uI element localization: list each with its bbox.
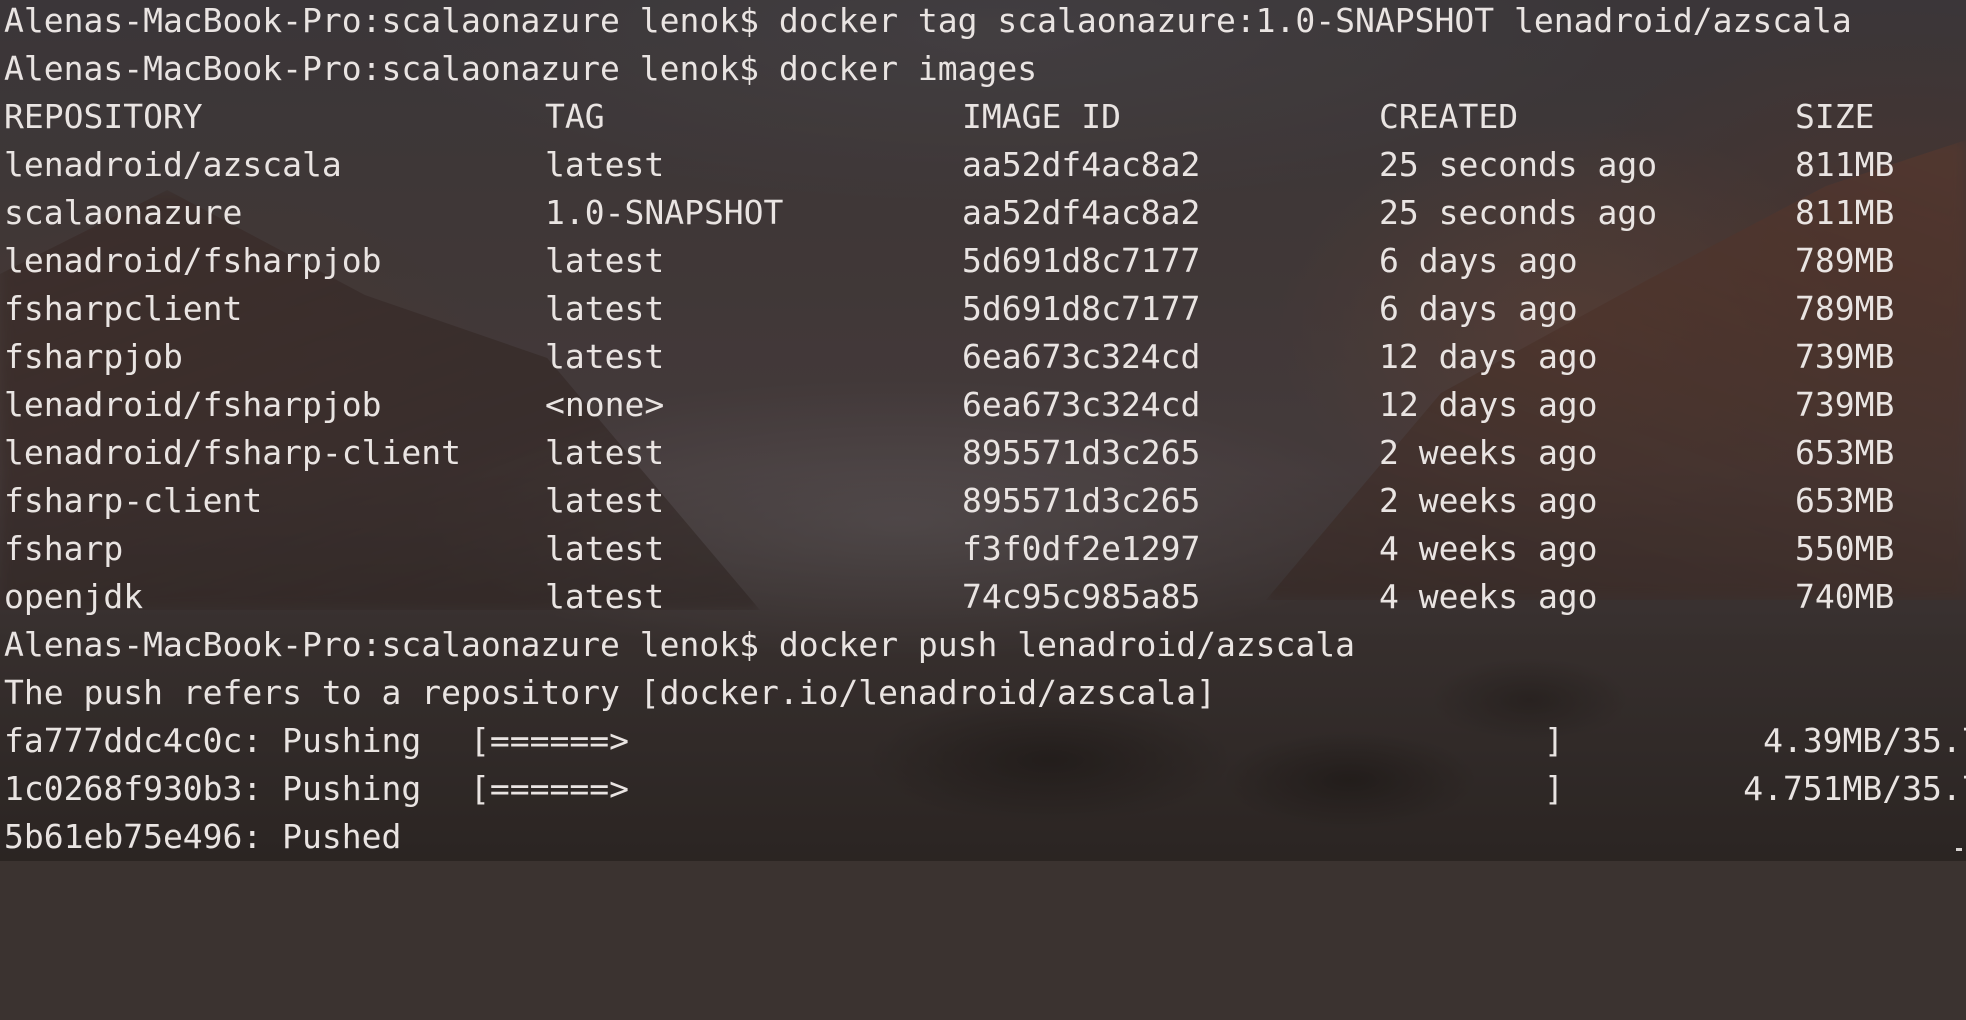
progress-bar-start: [======> xyxy=(470,721,629,760)
cell-image-id: 6ea673c324cd xyxy=(962,385,1201,424)
cell-created: 2 weeks ago xyxy=(1379,481,1598,520)
cell-size: 789MB xyxy=(1795,241,1895,280)
progress-bar-start: [======> xyxy=(470,769,629,808)
table-row: fsharp latest f3f0df2e1297 4 weeks ago 5… xyxy=(4,528,1894,576)
cell-image-id: 895571d3c265 xyxy=(962,481,1201,520)
header-tag: TAG xyxy=(545,97,605,136)
cell-size: 811MB xyxy=(1795,145,1895,184)
cell-repository: lenadroid/fsharpjob xyxy=(4,385,382,424)
cell-created: 2 weeks ago xyxy=(1379,433,1598,472)
cell-created: 25 seconds ago xyxy=(1379,193,1658,232)
cell-size: 653MB xyxy=(1795,481,1895,520)
push-refers-text: The push refers to a repository [docker.… xyxy=(4,673,1216,712)
cell-repository: lenadroid/fsharpjob xyxy=(4,241,382,280)
cell-repository: fsharpjob xyxy=(4,337,183,376)
command-text: docker images xyxy=(778,49,1038,88)
cell-repository: scalaonazure xyxy=(4,193,243,232)
push-layer-line: 1c0268f930b3: Pushing [======> ] 4.751MB… xyxy=(4,768,1966,816)
cell-created: 6 days ago xyxy=(1379,241,1578,280)
images-table-header: REPOSITORY TAG IMAGE ID CREATED SIZE xyxy=(4,96,1874,144)
cell-repository: fsharpclient xyxy=(4,289,243,328)
shell-prompt: Alenas-MacBook-Pro:scalaonazure lenok$ xyxy=(4,625,759,664)
cell-tag: latest xyxy=(545,577,665,616)
table-row: fsharpclient latest 5d691d8c7177 6 days … xyxy=(4,288,1894,336)
push-layer-line: 5b61eb75e496: Pushed xyxy=(4,817,402,856)
cell-tag: latest xyxy=(545,337,665,376)
cell-created: 6 days ago xyxy=(1379,289,1578,328)
push-info-line: The push refers to a repository [docker.… xyxy=(4,672,1216,720)
cell-size: 811MB xyxy=(1795,193,1895,232)
cell-image-id: 895571d3c265 xyxy=(962,433,1201,472)
cell-tag: latest xyxy=(545,289,665,328)
cell-image-id: 74c95c985a85 xyxy=(962,577,1201,616)
cell-tag: <none> xyxy=(545,385,665,424)
command-line: Alenas-MacBook-Pro:scalaonazure lenok$ d… xyxy=(4,48,1037,96)
progress-bar-end: ] xyxy=(1544,769,1564,808)
cell-repository: lenadroid/azscala xyxy=(4,145,342,184)
layer-progress: 4.39MB/35.71MB xyxy=(1763,721,1966,760)
cell-tag: latest xyxy=(545,145,665,184)
cell-tag: latest xyxy=(545,481,665,520)
push-layer-line: fa777ddc4c0c: Pushing [======> ] 4.39MB/… xyxy=(4,720,1966,768)
table-row: fsharpjob latest 6ea673c324cd 12 days ag… xyxy=(4,336,1894,384)
layer-status: Pushed xyxy=(282,817,402,856)
resize-corner-mark xyxy=(1956,848,1962,851)
header-repository: REPOSITORY xyxy=(4,97,203,136)
cell-created: 12 days ago xyxy=(1379,385,1598,424)
command-text: docker tag scalaonazure:1.0-SNAPSHOT len… xyxy=(778,1,1852,40)
table-row: lenadroid/fsharpjob latest 5d691d8c7177 … xyxy=(4,240,1894,288)
cell-repository: lenadroid/fsharp-client xyxy=(4,433,461,472)
layer-id: 5b61eb75e496 xyxy=(4,817,243,856)
header-created: CREATED xyxy=(1379,97,1519,136)
cell-repository: openjdk xyxy=(4,577,144,616)
header-image-id: IMAGE ID xyxy=(962,97,1121,136)
terminal-window[interactable]: Alenas-MacBook-Pro:scalaonazure lenok$ d… xyxy=(0,0,1966,861)
cell-created: 4 weeks ago xyxy=(1379,577,1598,616)
header-size: SIZE xyxy=(1795,97,1875,136)
command-line: Alenas-MacBook-Pro:scalaonazure lenok$ d… xyxy=(4,624,1355,672)
cell-image-id: 5d691d8c7177 xyxy=(962,241,1201,280)
cell-created: 4 weeks ago xyxy=(1379,529,1598,568)
cell-size: 653MB xyxy=(1795,433,1895,472)
command-text: docker push lenadroid/azscala xyxy=(778,625,1356,664)
cell-tag: latest xyxy=(545,433,665,472)
shell-prompt: Alenas-MacBook-Pro:scalaonazure lenok$ xyxy=(4,49,759,88)
terminal-output: Alenas-MacBook-Pro:scalaonazure lenok$ d… xyxy=(4,0,1966,864)
layer-id: 1c0268f930b3 xyxy=(4,769,243,808)
layer-status: Pushing xyxy=(282,721,422,760)
cell-image-id: f3f0df2e1297 xyxy=(962,529,1201,568)
cell-size: 789MB xyxy=(1795,289,1895,328)
table-row: lenadroid/fsharp-client latest 895571d3c… xyxy=(4,432,1894,480)
cell-size: 739MB xyxy=(1795,337,1895,376)
cell-image-id: 5d691d8c7177 xyxy=(962,289,1201,328)
cell-repository: fsharp-client xyxy=(4,481,263,520)
cell-image-id: 6ea673c324cd xyxy=(962,337,1201,376)
cell-image-id: aa52df4ac8a2 xyxy=(962,145,1201,184)
shell-prompt: Alenas-MacBook-Pro:scalaonazure lenok$ xyxy=(4,1,759,40)
command-line: Alenas-MacBook-Pro:scalaonazure lenok$ d… xyxy=(4,0,1852,48)
cell-created: 25 seconds ago xyxy=(1379,145,1658,184)
progress-bar-end: ] xyxy=(1544,721,1564,760)
cell-size: 550MB xyxy=(1795,529,1895,568)
cell-tag: 1.0-SNAPSHOT xyxy=(545,193,784,232)
cell-size: 739MB xyxy=(1795,385,1895,424)
cell-size: 740MB xyxy=(1795,577,1895,616)
table-row: lenadroid/fsharpjob <none> 6ea673c324cd … xyxy=(4,384,1894,432)
table-row: openjdk latest 74c95c985a85 4 weeks ago … xyxy=(4,576,1894,624)
layer-status: Pushing xyxy=(282,769,422,808)
cell-image-id: aa52df4ac8a2 xyxy=(962,193,1201,232)
cell-tag: latest xyxy=(545,529,665,568)
layer-progress: 4.751MB/35.71MB xyxy=(1743,769,1966,808)
table-row: scalaonazure 1.0-SNAPSHOT aa52df4ac8a2 2… xyxy=(4,192,1894,240)
table-row: lenadroid/azscala latest aa52df4ac8a2 25… xyxy=(4,144,1894,192)
table-row: fsharp-client latest 895571d3c265 2 week… xyxy=(4,480,1894,528)
cell-created: 12 days ago xyxy=(1379,337,1598,376)
cell-repository: fsharp xyxy=(4,529,124,568)
layer-id: fa777ddc4c0c xyxy=(4,721,243,760)
cell-tag: latest xyxy=(545,241,665,280)
